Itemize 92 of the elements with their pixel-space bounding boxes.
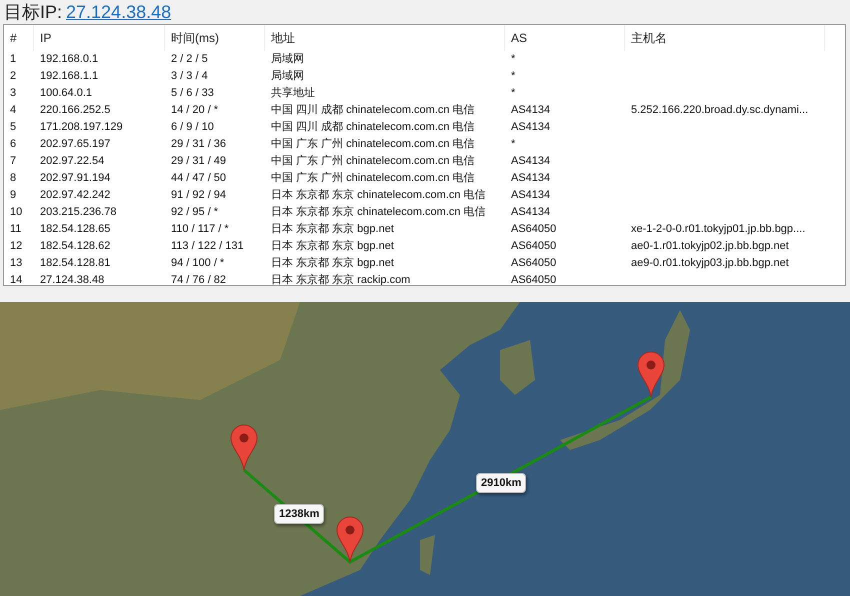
table-cell: 202.97.42.242: [40, 189, 110, 201]
table-cell: *: [511, 87, 516, 99]
table-cell: *: [511, 53, 516, 65]
table-cell: 中国 广东 广州 chinatelecom.com.cn 电信: [271, 138, 475, 150]
table-cell: 14: [10, 274, 22, 285]
table-cell: 182.54.128.62: [40, 240, 110, 252]
table-cell: AS4134: [511, 155, 550, 167]
map-pin-icon[interactable]: [230, 424, 258, 470]
table-cell: 3: [10, 87, 16, 99]
table-cell: 9: [10, 189, 16, 201]
table-cell: AS4134: [511, 206, 550, 218]
table-cell: 91 / 92 / 94: [171, 189, 226, 201]
table-cell: 3 / 3 / 4: [171, 70, 208, 82]
table-cell: AS64050: [511, 223, 556, 235]
table-cell: 日本 东京都 东京 bgp.net: [271, 240, 394, 252]
table-cell: 2: [10, 70, 16, 82]
table-cell: 中国 四川 成都 chinatelecom.com.cn 电信: [271, 104, 475, 116]
table-cell: 日本 东京都 东京 bgp.net: [271, 257, 394, 269]
table-cell: AS4134: [511, 172, 550, 184]
column-header[interactable]: IP: [34, 25, 165, 51]
column-header[interactable]: 主机名: [625, 25, 825, 51]
table-cell: *: [511, 138, 516, 150]
table-cell: 202.97.91.194: [40, 172, 110, 184]
distance-label: 2910km: [476, 473, 526, 493]
table-cell: 中国 广东 广州 chinatelecom.com.cn 电信: [271, 155, 475, 167]
table-cell: 6: [10, 138, 16, 150]
map-pin-icon[interactable]: [336, 516, 364, 562]
table-cell: 日本 东京都 东京 chinatelecom.com.cn 电信: [271, 206, 486, 218]
table-cell: 5 / 6 / 33: [171, 87, 214, 99]
table-cell: 1: [10, 53, 16, 65]
table-cell: 94 / 100 / *: [171, 257, 224, 269]
table-cell: *: [511, 70, 516, 82]
table-cell: 中国 广东 广州 chinatelecom.com.cn 电信: [271, 172, 475, 184]
table-cell: 8: [10, 172, 16, 184]
table-cell: 日本 东京都 东京 chinatelecom.com.cn 电信: [271, 189, 486, 201]
table-cell: 27.124.38.48: [40, 274, 104, 285]
table-cell: 5: [10, 121, 16, 133]
table-cell: ae0-1.r01.tokyjp02.jp.bb.bgp.net: [631, 240, 789, 252]
table-cell: 44 / 47 / 50: [171, 172, 226, 184]
table-cell: 202.97.65.197: [40, 138, 110, 150]
table-cell: xe-1-2-0-0.r01.tokyjp01.jp.bb.bgp....: [631, 223, 806, 235]
peninsula-shape: [500, 340, 535, 395]
map-pin-icon[interactable]: [638, 352, 664, 398]
table-cell: 13: [10, 257, 22, 269]
pin-dot-icon: [646, 360, 656, 370]
table-cell: 日本 东京都 东京 rackip.com: [271, 274, 410, 285]
table-cell: 92 / 95 / *: [171, 206, 218, 218]
table-cell: 29 / 31 / 49: [171, 155, 226, 167]
table-cell: 203.215.236.78: [40, 206, 116, 218]
table-cell: 10: [10, 206, 22, 218]
table-cell: 182.54.128.65: [40, 223, 110, 235]
table-cell: 6 / 9 / 10: [171, 121, 214, 133]
table-cell: AS64050: [511, 274, 556, 285]
table-cell: 29 / 31 / 36: [171, 138, 226, 150]
table-cell: AS4134: [511, 189, 550, 201]
column-header[interactable]: AS: [505, 25, 625, 51]
table-cell: 局域网: [271, 53, 304, 65]
column-header[interactable]: 时间(ms): [165, 25, 265, 51]
island-shape: [420, 535, 435, 575]
table-cell: 192.168.0.1: [40, 53, 98, 65]
table-cell: 12: [10, 240, 22, 252]
table-cell: 日本 东京都 东京 bgp.net: [271, 223, 394, 235]
table-cell: 共享地址: [271, 87, 315, 99]
table-cell: 182.54.128.81: [40, 257, 110, 269]
pin-dot-icon: [346, 526, 354, 534]
table-cell: ae9-0.r01.tokyjp03.jp.bb.bgp.net: [631, 257, 789, 269]
table-cell: AS4134: [511, 121, 550, 133]
table-cell: 5.252.166.220.broad.dy.sc.dynami...: [631, 104, 808, 116]
table-cell: 7: [10, 155, 16, 167]
table-cell: 14 / 20 / *: [171, 104, 218, 116]
table-cell: 2 / 2 / 5: [171, 53, 208, 65]
table-cell: 192.168.1.1: [40, 70, 98, 82]
table-cell: AS64050: [511, 240, 556, 252]
table-cell: 11: [10, 223, 22, 235]
target-ip-link[interactable]: 27.124.38.48: [66, 2, 172, 22]
distance-label: 1238km: [274, 504, 324, 524]
column-header[interactable]: #: [4, 25, 34, 51]
table-cell: AS4134: [511, 104, 550, 116]
table-cell: 100.64.0.1: [40, 87, 92, 99]
table-cell: 171.208.197.129: [40, 121, 123, 133]
table-cell: 74 / 76 / 82: [171, 274, 226, 285]
table-cell: 220.166.252.5: [40, 104, 110, 116]
column-header[interactable]: 地址: [265, 25, 505, 51]
table-cell: AS64050: [511, 257, 556, 269]
table-cell: 110 / 117 / *: [171, 223, 229, 235]
table-cell: 202.97.22.54: [40, 155, 104, 167]
table-cell: 中国 四川 成都 chinatelecom.com.cn 电信: [271, 121, 475, 133]
table-cell: 局域网: [271, 70, 304, 82]
table-cell: 113 / 122 / 131: [171, 240, 244, 252]
table-cell: 4: [10, 104, 16, 116]
target-label: 目标IP:: [4, 1, 62, 24]
pin-dot-icon: [240, 434, 248, 442]
